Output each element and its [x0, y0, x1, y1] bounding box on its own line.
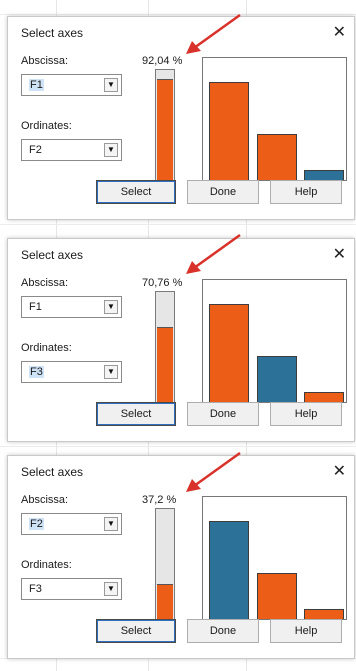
gauge-fill: [157, 327, 173, 412]
select-axes-dialog: Select axes ✕ Abscissa: F1 ▼ Ordinates: …: [7, 16, 355, 220]
ordinates-value: F3: [29, 583, 42, 595]
help-button[interactable]: Help: [270, 402, 342, 426]
done-button[interactable]: Done: [187, 402, 259, 426]
ordinates-select[interactable]: F3 ▼: [21, 361, 122, 383]
ordinates-label: Ordinates:: [21, 559, 72, 571]
chart-bar-3: [304, 170, 344, 180]
abscissa-label: Abscissa:: [21, 277, 69, 289]
select-axes-dialog: Select axes ✕ Abscissa: F2 ▼ Ordinates: …: [7, 455, 355, 659]
chevron-down-icon[interactable]: ▼: [104, 517, 118, 531]
bar-chart: [202, 496, 347, 620]
chart-bar-1: [209, 82, 249, 180]
title-bar: Select axes ✕: [8, 17, 354, 47]
chevron-down-icon[interactable]: ▼: [104, 300, 118, 314]
grid-line: [0, 446, 356, 447]
close-icon[interactable]: ✕: [333, 461, 346, 481]
ordinates-value: F2: [29, 144, 42, 156]
done-button[interactable]: Done: [187, 180, 259, 204]
abscissa-value: F1: [29, 79, 44, 91]
chart-bar-3: [304, 392, 344, 402]
abscissa-label: Abscissa:: [21, 494, 69, 506]
chart-bar-1: [209, 521, 249, 619]
ordinates-label: Ordinates:: [21, 120, 72, 132]
close-icon[interactable]: ✕: [333, 244, 346, 264]
select-button[interactable]: Select: [96, 402, 176, 426]
title-bar: Select axes ✕: [8, 239, 354, 269]
percentage-gauge: [155, 508, 175, 631]
chart-bar-2: [257, 134, 297, 180]
bar-chart: [202, 279, 347, 403]
abscissa-select[interactable]: F1 ▼: [21, 74, 122, 96]
abscissa-value: F2: [29, 518, 44, 530]
gauge-fill: [157, 79, 173, 190]
percentage-label: 70,76 %: [142, 277, 183, 289]
help-button[interactable]: Help: [270, 619, 342, 643]
ordinates-select[interactable]: F3 ▼: [21, 578, 122, 600]
chevron-down-icon[interactable]: ▼: [104, 78, 118, 92]
grid-line: [0, 224, 356, 225]
select-button[interactable]: Select: [96, 180, 176, 204]
chart-bar-2: [257, 356, 297, 402]
chart-bar-1: [209, 304, 249, 402]
bar-chart: [202, 57, 347, 181]
abscissa-select[interactable]: F2 ▼: [21, 513, 122, 535]
abscissa-select[interactable]: F1 ▼: [21, 296, 122, 318]
select-button[interactable]: Select: [96, 619, 176, 643]
chart-bar-2: [257, 573, 297, 619]
percentage-gauge: [155, 291, 175, 414]
done-button[interactable]: Done: [187, 619, 259, 643]
chevron-down-icon[interactable]: ▼: [104, 582, 118, 596]
dialog-title: Select axes: [21, 26, 84, 40]
grid-line: [0, 14, 356, 15]
ordinates-select[interactable]: F2 ▼: [21, 139, 122, 161]
chevron-down-icon[interactable]: ▼: [104, 365, 118, 379]
percentage-label: 37,2 %: [142, 494, 177, 506]
percentage-gauge: [155, 69, 175, 192]
dialog-title: Select axes: [21, 248, 84, 262]
help-button[interactable]: Help: [270, 180, 342, 204]
abscissa-value: F1: [29, 301, 42, 313]
dialog-title: Select axes: [21, 465, 84, 479]
abscissa-label: Abscissa:: [21, 55, 69, 67]
title-bar: Select axes ✕: [8, 456, 354, 486]
ordinates-label: Ordinates:: [21, 342, 72, 354]
chevron-down-icon[interactable]: ▼: [104, 143, 118, 157]
percentage-label: 92,04 %: [142, 55, 183, 67]
ordinates-value: F3: [29, 366, 44, 378]
close-icon[interactable]: ✕: [333, 22, 346, 42]
select-axes-dialog: Select axes ✕ Abscissa: F1 ▼ Ordinates: …: [7, 238, 355, 442]
chart-bar-3: [304, 609, 344, 619]
